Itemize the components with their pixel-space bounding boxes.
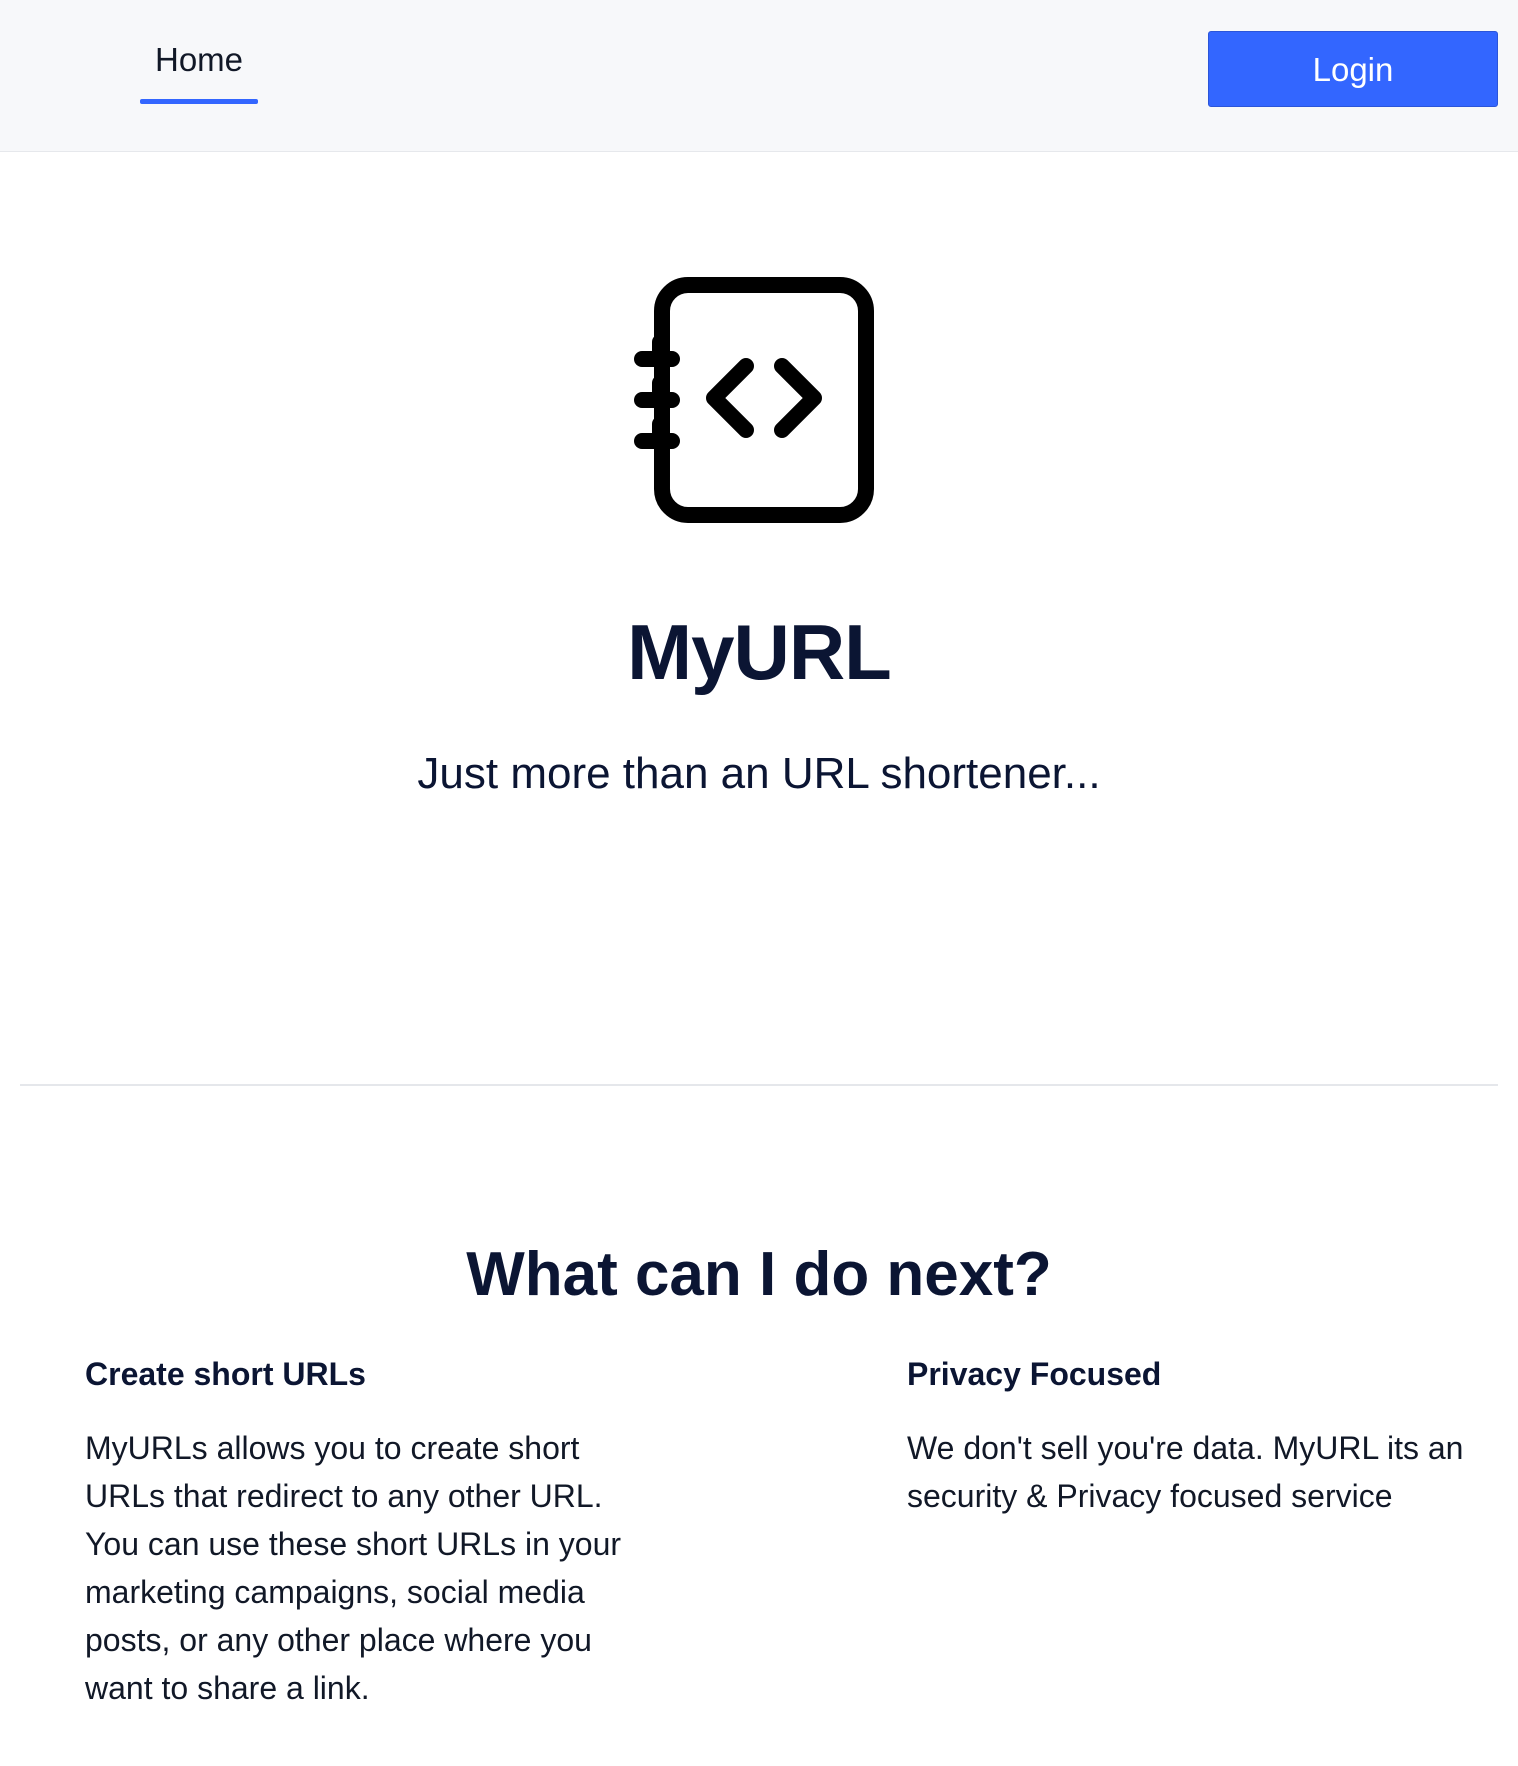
- section-title: What can I do next?: [466, 1240, 1052, 1310]
- nav-link-home[interactable]: Home: [140, 38, 258, 104]
- feature-title: Create short URLs: [85, 1356, 366, 1392]
- top-navbar: Home Login: [0, 0, 1518, 152]
- login-button[interactable]: Login: [1208, 31, 1498, 107]
- active-tab-indicator: [140, 99, 258, 104]
- feature-create-short-urls: Create short URLs MyURLs allows you to c…: [85, 1352, 645, 1712]
- feature-description: We don't sell you're data. MyURL its an …: [907, 1430, 1464, 1514]
- feature-description: MyURLs allows you to create short URLs t…: [85, 1430, 622, 1706]
- nav-home-label: Home: [154, 41, 244, 78]
- section-divider: [20, 1084, 1498, 1086]
- feature-title: Privacy Focused: [907, 1356, 1162, 1392]
- hero-subtitle: Just more than an URL shortener...: [417, 749, 1101, 798]
- notebook-code-icon: [634, 277, 874, 523]
- page-title: MyURL: [627, 608, 892, 697]
- feature-privacy-focused: Privacy Focused We don't sell you're dat…: [907, 1352, 1467, 1520]
